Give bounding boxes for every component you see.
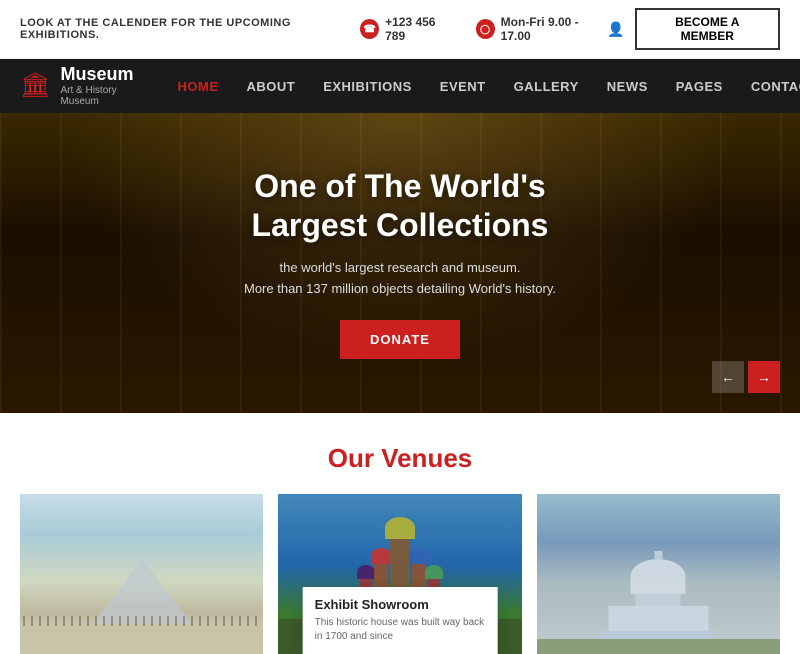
- nav-link-event[interactable]: EVENT: [426, 59, 500, 113]
- hero-navigation: ← →: [712, 361, 780, 393]
- louvre-people: [20, 616, 263, 626]
- hours-info: ◯ Mon-Fri 9.00 - 17.00: [476, 15, 608, 43]
- tower-right1-dome: [409, 548, 429, 564]
- top-bar-message: LOOK AT THE CALENDER FOR THE UPCOMING EX…: [20, 17, 360, 41]
- nav-link-about[interactable]: ABOUT: [232, 59, 309, 113]
- venues-grid: Exhibit Showroom This historic house was…: [20, 494, 780, 654]
- top-bar-right: 👤 BECOME A MEMBER: [607, 8, 780, 50]
- capitol-steps: [601, 631, 716, 639]
- logo-title: Museum: [60, 65, 133, 85]
- capitol-ground: [537, 639, 780, 654]
- hero-section: One of The World'sLargest Collections th…: [0, 113, 800, 413]
- phone-number: +123 456 789: [385, 15, 455, 43]
- top-bar: LOOK AT THE CALENDER FOR THE UPCOMING EX…: [0, 0, 800, 59]
- logo-text-block: Museum Art & History Museum: [60, 65, 133, 107]
- capitol-lantern: [654, 551, 662, 559]
- venue-card-louvre[interactable]: [20, 494, 263, 654]
- venue-overlay-title: Exhibit Showroom: [315, 597, 486, 612]
- phone-info: ☎ +123 456 789: [360, 15, 456, 43]
- hours-text: Mon-Fri 9.00 - 17.00: [501, 15, 607, 43]
- logo-subtitle: Art & History Museum: [60, 85, 133, 107]
- hero-next-button[interactable]: →: [748, 361, 780, 393]
- museum-logo-icon: 🏛: [20, 71, 50, 100]
- louvre-ground: [20, 624, 263, 654]
- become-member-button[interactable]: BECOME A MEMBER: [635, 8, 780, 50]
- user-icon: 👤: [607, 21, 624, 38]
- hero-subtitle-line2: More than 137 million objects detailing …: [244, 281, 556, 296]
- capitol-main: [608, 606, 708, 631]
- nav-link-exhibitions[interactable]: EXHIBITIONS: [309, 59, 426, 113]
- nav-link-contact[interactable]: CONTACT: [737, 59, 800, 113]
- venues-section: Our Venues: [0, 413, 800, 654]
- hero-subtitle: the world's largest research and museum.…: [244, 258, 556, 300]
- phone-icon: ☎: [360, 19, 379, 39]
- nav-link-gallery[interactable]: GALLERY: [500, 59, 593, 113]
- hero-content: One of The World'sLargest Collections th…: [244, 167, 556, 358]
- nav-link-pages[interactable]: PAGES: [662, 59, 737, 113]
- nav-link-home[interactable]: HOME: [163, 59, 232, 113]
- venue-overlay-stbasil: Exhibit Showroom This historic house was…: [303, 587, 498, 654]
- venue-image-stbasil: Exhibit Showroom This historic house was…: [278, 494, 521, 654]
- louvre-pyramid: [92, 559, 192, 624]
- venues-title: Our Venues: [20, 443, 780, 474]
- venue-card-stbasil[interactable]: Exhibit Showroom This historic house was…: [278, 494, 521, 654]
- tower-left1-dome: [371, 548, 391, 564]
- venue-overlay-text: This historic house was built way back i…: [315, 616, 486, 644]
- top-bar-center: ☎ +123 456 789 ◯ Mon-Fri 9.00 - 17.00: [360, 15, 607, 43]
- donate-button[interactable]: DONATE: [340, 320, 460, 359]
- hero-subtitle-line1: the world's largest research and museum.: [280, 260, 521, 275]
- capitol-structure: [601, 559, 716, 639]
- nav-links: HOME ABOUT EXHIBITIONS EVENT GALLERY NEW…: [163, 59, 800, 113]
- hero-prev-button[interactable]: ←: [712, 361, 744, 393]
- nav-link-news[interactable]: NEWS: [593, 59, 662, 113]
- capitol-dome: [631, 559, 686, 594]
- navbar: 🏛 Museum Art & History Museum HOME ABOUT…: [0, 59, 800, 113]
- venue-image-capitol: [537, 494, 780, 654]
- tower-center-dome: [385, 517, 415, 539]
- capitol-drum: [636, 594, 681, 606]
- tower-right2-dome: [425, 565, 443, 579]
- venue-image-louvre: [20, 494, 263, 654]
- venue-card-capitol[interactable]: [537, 494, 780, 654]
- logo[interactable]: 🏛 Museum Art & History Museum: [20, 65, 133, 107]
- clock-icon: ◯: [476, 19, 495, 39]
- hero-title: One of The World'sLargest Collections: [244, 167, 556, 244]
- venues-title-rest: Venues: [374, 443, 472, 473]
- tower-left2-dome: [357, 565, 375, 579]
- venues-title-highlight: Our: [328, 443, 374, 473]
